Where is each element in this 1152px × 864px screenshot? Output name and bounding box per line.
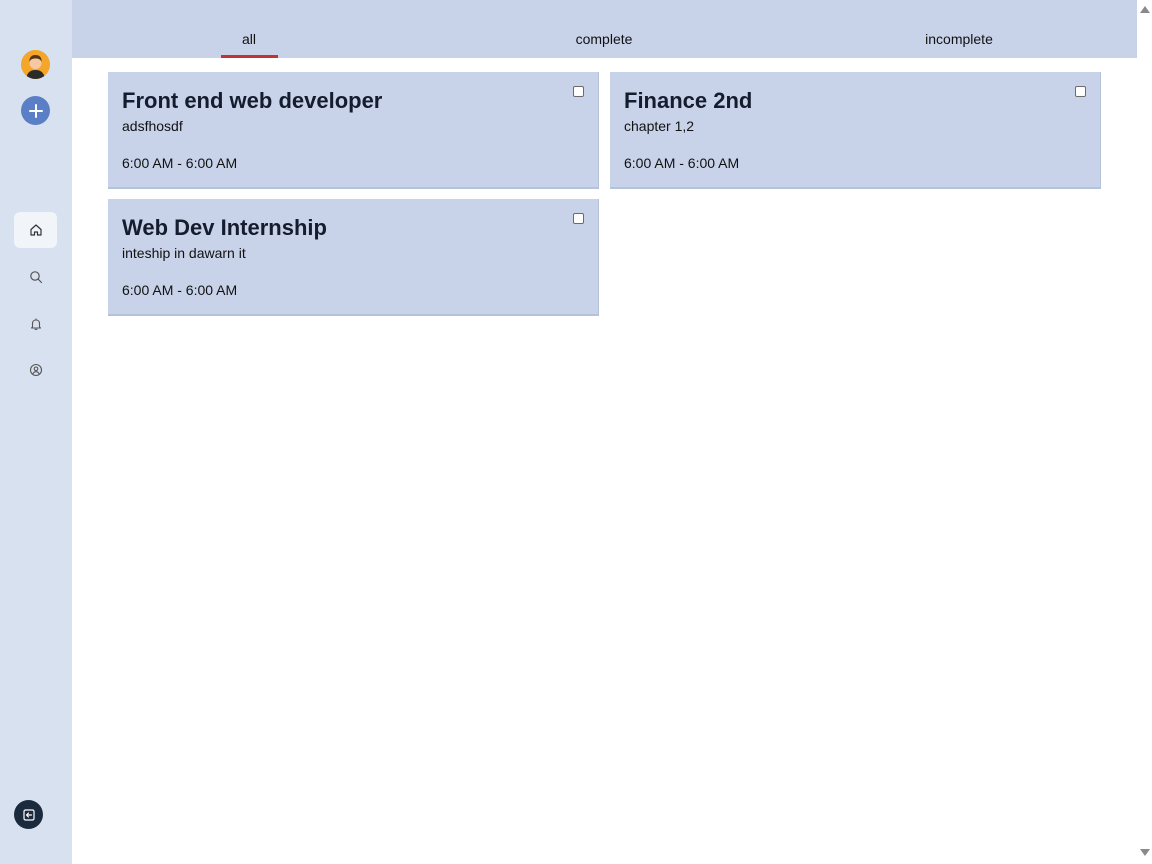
scroll-down-arrow-icon[interactable] (1140, 849, 1150, 856)
logout-icon (22, 808, 35, 821)
task-description: inteship in dawarn it (122, 245, 246, 261)
logout-button[interactable] (14, 800, 43, 829)
filter-tab-bar: all complete incomplete (72, 0, 1137, 58)
task-complete-checkbox[interactable] (573, 86, 584, 97)
task-title: Web Dev Internship (122, 215, 327, 240)
sidebar (0, 0, 72, 864)
task-title: Front end web developer (122, 88, 383, 113)
task-description: chapter 1,2 (624, 118, 695, 134)
task-time: 6:00 AM - 6:00 AM (122, 155, 238, 171)
task-time: 6:00 AM - 6:00 AM (624, 155, 740, 171)
task-card[interactable]: Web Dev Internship inteship in dawarn it… (108, 199, 599, 316)
task-complete-checkbox[interactable] (573, 213, 584, 224)
nav-search[interactable] (14, 259, 57, 295)
search-icon (29, 271, 42, 284)
plus-icon (28, 103, 43, 118)
task-complete-checkbox[interactable] (1075, 86, 1086, 97)
nav-home[interactable] (14, 212, 57, 248)
nav-profile[interactable] (14, 352, 57, 388)
avatar-icon (21, 50, 50, 79)
vertical-scrollbar[interactable] (1137, 0, 1152, 864)
user-circle-icon (29, 363, 42, 377)
task-description: adsfhosdf (122, 118, 183, 134)
task-card[interactable]: Front end web developer adsfhosdf 6:00 A… (108, 72, 599, 189)
bell-icon (30, 318, 41, 330)
tab-incomplete[interactable]: incomplete (925, 31, 993, 47)
active-tab-indicator (221, 55, 278, 58)
add-task-button[interactable] (21, 96, 50, 125)
task-time: 6:00 AM - 6:00 AM (122, 282, 238, 298)
tab-all[interactable]: all (242, 31, 256, 47)
nav-notifications[interactable] (14, 306, 57, 342)
user-avatar[interactable] (21, 50, 50, 79)
scroll-up-arrow-icon[interactable] (1140, 6, 1150, 13)
tab-complete[interactable]: complete (576, 31, 633, 47)
task-card[interactable]: Finance 2nd chapter 1,2 6:00 AM - 6:00 A… (610, 72, 1101, 189)
task-title: Finance 2nd (624, 88, 753, 113)
home-icon (29, 224, 42, 236)
